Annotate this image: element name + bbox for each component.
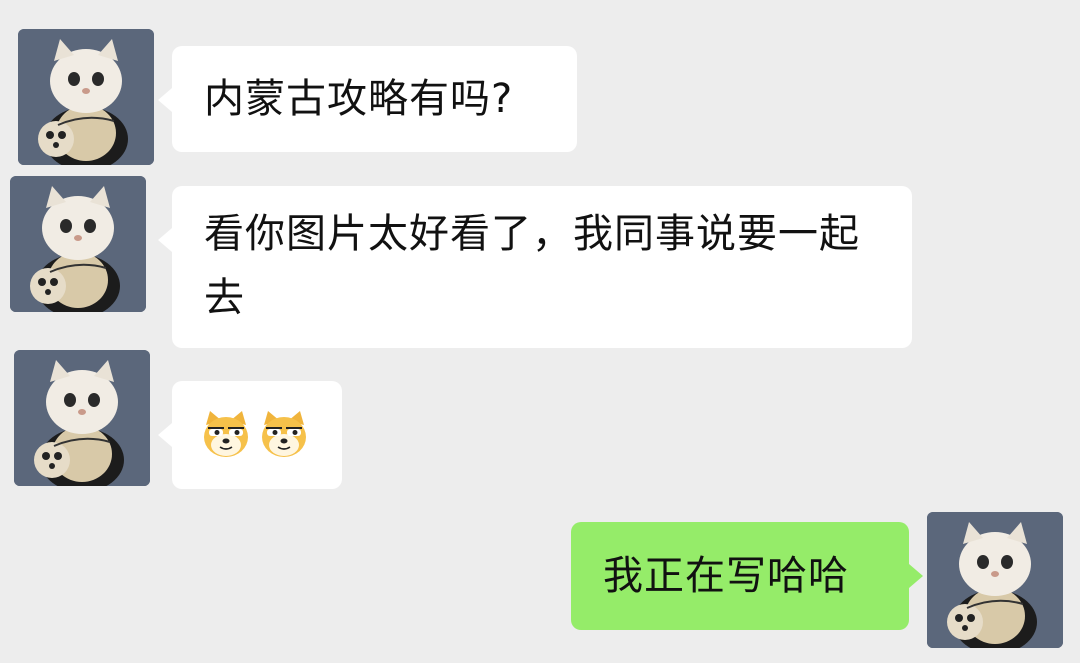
message-text: 看你图片太好看了，我同事说要一起去 [204, 211, 860, 321]
cat-avatar-icon [14, 350, 150, 486]
contact-avatar[interactable] [10, 176, 146, 312]
outgoing-message-bubble[interactable]: 我正在写哈哈 [571, 522, 923, 630]
incoming-emoji-bubble[interactable] [158, 381, 342, 489]
contact-avatar[interactable] [18, 29, 154, 165]
self-avatar[interactable] [927, 512, 1063, 648]
incoming-message-bubble[interactable]: 内蒙古攻略有吗? [158, 46, 577, 152]
message-text: 内蒙古攻略有吗? [204, 76, 514, 122]
incoming-message-bubble[interactable]: 看你图片太好看了，我同事说要一起去 [158, 186, 912, 348]
cat-avatar-icon [10, 176, 146, 312]
doge-smirk-icon [200, 409, 252, 461]
cat-avatar-icon [18, 29, 154, 165]
cat-avatar-icon [927, 512, 1063, 648]
message-text: 我正在写哈哈 [603, 553, 849, 599]
contact-avatar[interactable] [14, 350, 150, 486]
doge-smirk-icon [258, 409, 310, 461]
